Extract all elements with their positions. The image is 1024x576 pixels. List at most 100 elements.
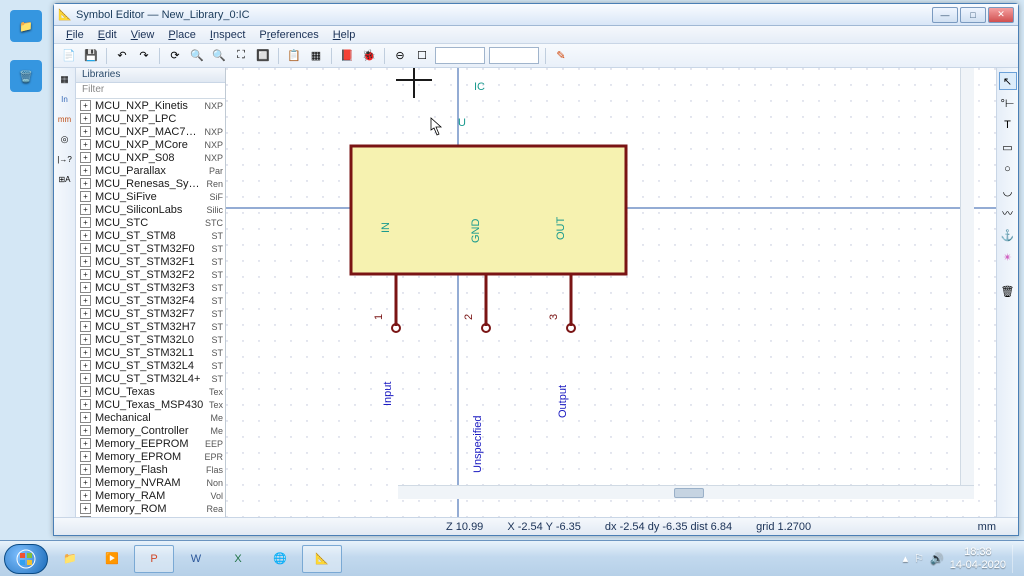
tray-chevron-icon[interactable]: ▴ [903,552,909,565]
chrome-icon[interactable]: 🌐 [260,545,300,573]
library-item[interactable]: +MCU_NXP_LPC [76,112,225,125]
library-item[interactable]: +MCU_ST_STM32H7ST [76,320,225,333]
library-item[interactable]: +MCU_ST_STM32F0ST [76,242,225,255]
library-item[interactable]: +MechanicalMe [76,411,225,424]
library-item[interactable]: +MCU_SiliconLabsSilic [76,203,225,216]
volume-icon[interactable]: 🔊 [930,552,944,565]
system-tray[interactable]: ▴ ⚐ 🔊 18:3814-04-2020 [903,545,1020,573]
menu-preferences[interactable]: Preferences [253,27,324,43]
library-item[interactable]: +MCU_Renesas_Synergy_S1Ren [76,177,225,190]
media-icon[interactable]: ▶️ [92,545,132,573]
powerpoint-icon[interactable]: P [134,545,174,573]
units-in-icon[interactable]: In [56,90,74,108]
undo-icon[interactable]: ↶ [113,47,131,65]
zoom-fit-icon[interactable]: ⛶ [232,47,250,65]
rect-icon[interactable]: ▭ [999,138,1017,156]
word-icon[interactable]: W [176,545,216,573]
menu-edit[interactable]: Edit [92,27,123,43]
library-item[interactable]: +MCU_ST_STM32L4ST [76,359,225,372]
unit-select[interactable] [435,47,485,64]
text-icon[interactable]: T [999,116,1017,134]
desktop-icon[interactable]: 🗑️ [6,60,46,94]
scrollbar-vertical[interactable] [960,68,974,485]
library-item[interactable]: +Memory_ROMRea [76,502,225,515]
properties-icon[interactable]: 📋 [285,47,303,65]
svg-text:IC: IC [474,81,485,93]
maximize-button[interactable]: □ [960,7,986,23]
units-mm-icon[interactable]: mm [56,110,74,128]
library-item[interactable]: +MCU_NXP_KinetisNXP [76,99,225,112]
new-icon[interactable]: 📄 [60,47,78,65]
library-item[interactable]: +MCU_ST_STM32F7ST [76,307,225,320]
zoom-out-icon[interactable]: 🔍 [210,47,228,65]
desktop-icon[interactable]: 📁 [6,10,46,44]
pin-icon[interactable]: °⊢ [999,94,1017,112]
library-item[interactable]: +MCU_NXP_MCoreNXP [76,138,225,151]
minimize-button[interactable]: — [932,7,958,23]
zoom-in-icon[interactable]: 🔍 [188,47,206,65]
select-icon[interactable]: ↖ [999,72,1017,90]
kicad-icon[interactable]: 📐 [302,545,342,573]
filter-input[interactable]: Filter [76,83,225,99]
excel-icon[interactable]: X [218,545,258,573]
menu-view[interactable]: View [125,27,161,43]
polyline-icon[interactable]: 〰 [999,204,1017,222]
library-item[interactable]: +MCU_NXP_MAC7100NXP [76,125,225,138]
demorgan-select[interactable] [489,47,539,64]
menu-place[interactable]: Place [162,27,202,43]
menu-inspect[interactable]: Inspect [204,27,251,43]
zoom-redraw-icon[interactable]: ⟳ [166,47,184,65]
menu-file[interactable]: File [60,27,90,43]
library-item[interactable]: +Memory_ControllerMe [76,424,225,437]
library-item[interactable]: +MCU_SiFiveSiF [76,190,225,203]
datasheet-icon[interactable]: 📕 [338,47,356,65]
library-item[interactable]: +MCU_ST_STM32L0ST [76,333,225,346]
demorgan-icon[interactable]: ⊖ [391,47,409,65]
library-item[interactable]: +MCU_ParallaxPar [76,164,225,177]
start-button[interactable] [4,544,48,574]
add-pin-icon[interactable]: ✎ [552,47,570,65]
library-item[interactable]: +MCU_TexasTex [76,385,225,398]
library-item[interactable]: +MCU_ST_STM32F1ST [76,255,225,268]
canvas[interactable]: IC U IN GND OUT 1 2 3 Input [226,68,996,517]
explorer-icon[interactable]: 📁 [50,545,90,573]
titlebar[interactable]: 📐 Symbol Editor — New_Library_0:IC — □ ✕ [54,4,1018,26]
network-icon[interactable]: ⚐ [914,552,924,565]
clock[interactable]: 18:3814-04-2020 [950,546,1006,570]
sync-icon[interactable]: ☐ [413,47,431,65]
close-button[interactable]: ✕ [988,7,1014,23]
library-item[interactable]: +MCU_ST_STM32F3ST [76,281,225,294]
library-item[interactable]: +MCU_ST_STM32F2ST [76,268,225,281]
library-item[interactable]: +Memory_EPROMEPR [76,450,225,463]
taskbar[interactable]: 📁 ▶️ P W X 🌐 📐 ▴ ⚐ 🔊 18:3814-04-2020 [0,540,1024,576]
library-item[interactable]: +Memory_EEPROMEEP [76,437,225,450]
library-list[interactable]: +MCU_NXP_KinetisNXP+MCU_NXP_LPC+MCU_NXP_… [76,99,225,517]
libraries-panel: Libraries Filter +MCU_NXP_KinetisNXP+MCU… [76,68,226,517]
erc-icon[interactable]: 🐞 [360,47,378,65]
anchor-icon[interactable]: ⚓ [999,226,1017,244]
library-item[interactable]: +MCU_ST_STM32F4ST [76,294,225,307]
library-item[interactable]: +MCU_Texas_MSP430Tex [76,398,225,411]
pin-name-icon[interactable]: ⊞A [56,170,74,188]
library-item[interactable]: +Memory_FlashFlas [76,463,225,476]
library-item[interactable]: +Memory_NVRAMNon [76,476,225,489]
pin-table-icon[interactable]: ▦ [307,47,325,65]
circle-icon[interactable]: ○ [999,160,1017,178]
library-item[interactable]: +MCU_STCSTC [76,216,225,229]
scrollbar-horizontal[interactable] [398,485,974,499]
grid-icon[interactable]: ▦ [56,70,74,88]
pin-num-icon[interactable]: |→? [56,150,74,168]
menu-help[interactable]: Help [327,27,362,43]
library-item[interactable]: +MCU_ST_STM32L4+ST [76,372,225,385]
library-item[interactable]: +Memory_RAMVol [76,489,225,502]
cursor-icon[interactable]: ◎ [56,130,74,148]
library-item[interactable]: +MCU_ST_STM8ST [76,229,225,242]
import-icon[interactable]: ✴ [999,248,1017,266]
library-item[interactable]: +MCU_ST_STM32L1ST [76,346,225,359]
arc-icon[interactable]: ◡ [999,182,1017,200]
save-icon[interactable]: 💾 [82,47,100,65]
redo-icon[interactable]: ↷ [135,47,153,65]
library-item[interactable]: +MCU_NXP_S08NXP [76,151,225,164]
delete-icon[interactable]: 🗑 [999,282,1017,300]
zoom-select-icon[interactable]: 🔲 [254,47,272,65]
